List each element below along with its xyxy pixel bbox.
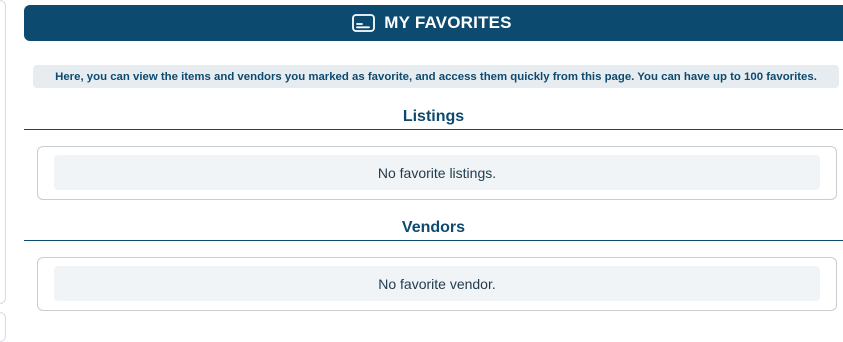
page-title: MY FAVORITES (384, 13, 512, 32)
section-divider-vendors (24, 240, 843, 241)
section-divider-listings (24, 129, 843, 130)
vendors-card: No favorite vendor. (37, 257, 837, 311)
id-card-icon (352, 14, 376, 32)
section-title-listings: Listings (402, 108, 465, 125)
empty-vendors-message: No favorite vendor. (54, 266, 820, 301)
empty-listings-message: No favorite listings. (54, 155, 820, 190)
info-notice: Here, you can view the items and vendors… (33, 65, 839, 88)
page-header: MY FAVORITES (24, 5, 843, 41)
left-panel (0, 0, 6, 304)
left-panel-bottom (0, 312, 6, 342)
listings-card: No favorite listings. (37, 146, 837, 200)
section-title-vendors: Vendors (401, 219, 466, 236)
page-header-content: MY FAVORITES (352, 13, 512, 33)
